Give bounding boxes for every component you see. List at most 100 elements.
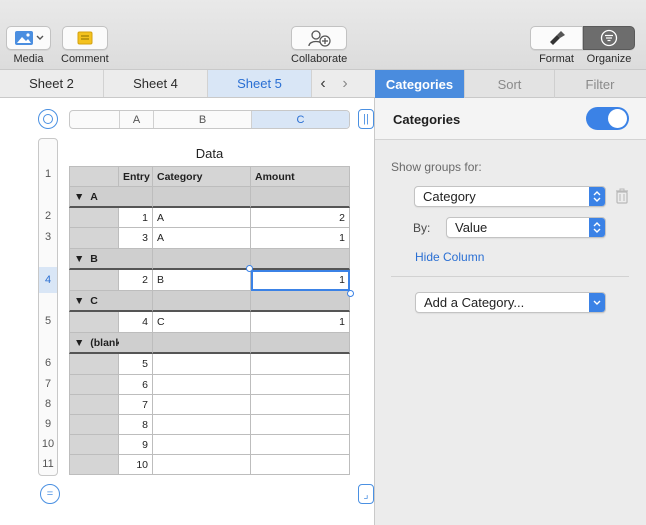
table-cell[interactable] (251, 415, 350, 435)
table-cell[interactable] (251, 354, 350, 375)
row-number[interactable]: 10 (39, 438, 57, 450)
table-cell[interactable]: 1 (251, 312, 350, 333)
tab-filter[interactable]: Filter (555, 70, 645, 98)
table-cell[interactable] (153, 455, 251, 475)
selection-handle-top[interactable] (246, 265, 253, 272)
header-cell[interactable]: Category (153, 166, 251, 187)
group-row[interactable]: ▼ B (69, 249, 350, 270)
table-cell[interactable] (69, 395, 119, 415)
resize-corner-handle[interactable]: ⌟ (358, 484, 374, 504)
organize-button[interactable] (583, 26, 635, 50)
column-header-blank[interactable] (70, 111, 120, 128)
table-cell[interactable] (69, 208, 119, 228)
table-cell[interactable] (153, 333, 251, 354)
table-cell[interactable] (153, 395, 251, 415)
collaborate-group[interactable]: Collaborate (291, 26, 347, 65)
row-number[interactable]: 2 (39, 210, 57, 222)
selection-handle-bottom[interactable] (347, 290, 354, 297)
column-header-a[interactable]: A (120, 111, 154, 128)
table-cell[interactable] (69, 228, 119, 249)
table-cell[interactable] (153, 187, 251, 208)
media-button[interactable] (6, 26, 51, 50)
table-cell[interactable] (153, 291, 251, 312)
group-row[interactable]: ▼ (blank) (69, 333, 350, 354)
disclosure-triangle-icon[interactable]: ▼ (74, 253, 84, 265)
row-number[interactable]: 3 (39, 231, 57, 243)
table-cell[interactable] (251, 435, 350, 455)
header-cell-blank[interactable] (69, 166, 119, 187)
table-cell[interactable] (69, 415, 119, 435)
table-cell[interactable]: 9 (119, 435, 153, 455)
table-cell[interactable]: C (153, 312, 251, 333)
table-title[interactable]: Data (69, 146, 350, 161)
table-cell[interactable]: B (153, 270, 251, 291)
table-cell[interactable] (69, 435, 119, 455)
table-cell[interactable] (119, 249, 153, 270)
table-cell[interactable] (69, 270, 119, 291)
column-header-b[interactable]: B (154, 111, 252, 128)
row-number[interactable]: 9 (39, 418, 57, 430)
table-cell[interactable] (69, 354, 119, 375)
table-cell[interactable] (69, 455, 119, 475)
row-number-selected[interactable]: 4 (39, 267, 57, 293)
table-cell[interactable] (251, 187, 350, 208)
chevron-right-icon[interactable]: › (334, 70, 356, 97)
table-select-handle[interactable] (38, 109, 58, 129)
table-cell[interactable]: 4 (119, 312, 153, 333)
group-row[interactable]: ▼ C (69, 291, 350, 312)
add-row-handle[interactable]: = (40, 484, 60, 504)
table-cell[interactable] (153, 435, 251, 455)
tab-sort[interactable]: Sort (465, 70, 555, 98)
trash-icon[interactable] (615, 188, 629, 204)
table-cell[interactable] (251, 375, 350, 395)
table-cell[interactable] (69, 312, 119, 333)
comment-button[interactable] (61, 26, 108, 50)
header-cell[interactable]: Amount (251, 166, 350, 187)
table-cell[interactable]: 1 (119, 208, 153, 228)
table-cell[interactable] (251, 395, 350, 415)
tab-categories[interactable]: Categories (375, 70, 465, 98)
table-cell[interactable] (251, 249, 350, 270)
disclosure-triangle-icon[interactable]: ▼ (74, 337, 84, 349)
table-cell[interactable] (119, 333, 153, 354)
header-cell[interactable]: Entry (119, 166, 153, 187)
table-cell[interactable] (153, 415, 251, 435)
group-field-popup[interactable]: Category (414, 186, 606, 207)
by-value-popup[interactable]: Value (446, 217, 606, 238)
collaborate-button[interactable] (291, 26, 348, 50)
sheet-tab[interactable]: Sheet 2 (0, 70, 104, 97)
table-cell[interactable]: 3 (119, 228, 153, 249)
row-number[interactable]: 6 (39, 357, 57, 369)
media-group[interactable]: Media (6, 26, 51, 65)
table-cell[interactable]: 1 (251, 228, 350, 249)
row-number[interactable]: 8 (39, 398, 57, 410)
disclosure-triangle-icon[interactable]: ▼ (74, 295, 84, 307)
comment-group[interactable]: Comment (61, 26, 109, 65)
row-number[interactable]: 7 (39, 378, 57, 390)
table-cell[interactable]: 8 (119, 415, 153, 435)
chevron-left-icon[interactable]: ‹ (312, 70, 334, 97)
sheet-tab[interactable]: Sheet 4 (104, 70, 208, 97)
table-cell[interactable]: 5 (119, 354, 153, 375)
table-cell[interactable] (251, 333, 350, 354)
selected-cell[interactable]: 1 (251, 270, 350, 291)
row-number[interactable]: 5 (39, 315, 57, 327)
table-cell[interactable] (69, 375, 119, 395)
table-cell[interactable] (251, 455, 350, 475)
table-cell[interactable] (153, 249, 251, 270)
table-cell[interactable] (119, 291, 153, 312)
table-cell[interactable]: A (153, 228, 251, 249)
format-group[interactable]: Format (530, 26, 583, 65)
table-cell[interactable] (119, 187, 153, 208)
table-cell[interactable]: 6 (119, 375, 153, 395)
add-category-popup[interactable]: Add a Category... (415, 292, 606, 313)
table-cell[interactable] (153, 354, 251, 375)
row-number[interactable]: 1 (39, 168, 57, 180)
table-cell[interactable]: 2 (119, 270, 153, 291)
row-number[interactable]: 11 (39, 458, 57, 470)
format-button[interactable] (530, 26, 583, 50)
disclosure-triangle-icon[interactable]: ▼ (74, 191, 84, 203)
table-cell[interactable] (251, 291, 350, 312)
column-resize-handle[interactable]: || (358, 109, 374, 129)
table-cell[interactable]: 7 (119, 395, 153, 415)
